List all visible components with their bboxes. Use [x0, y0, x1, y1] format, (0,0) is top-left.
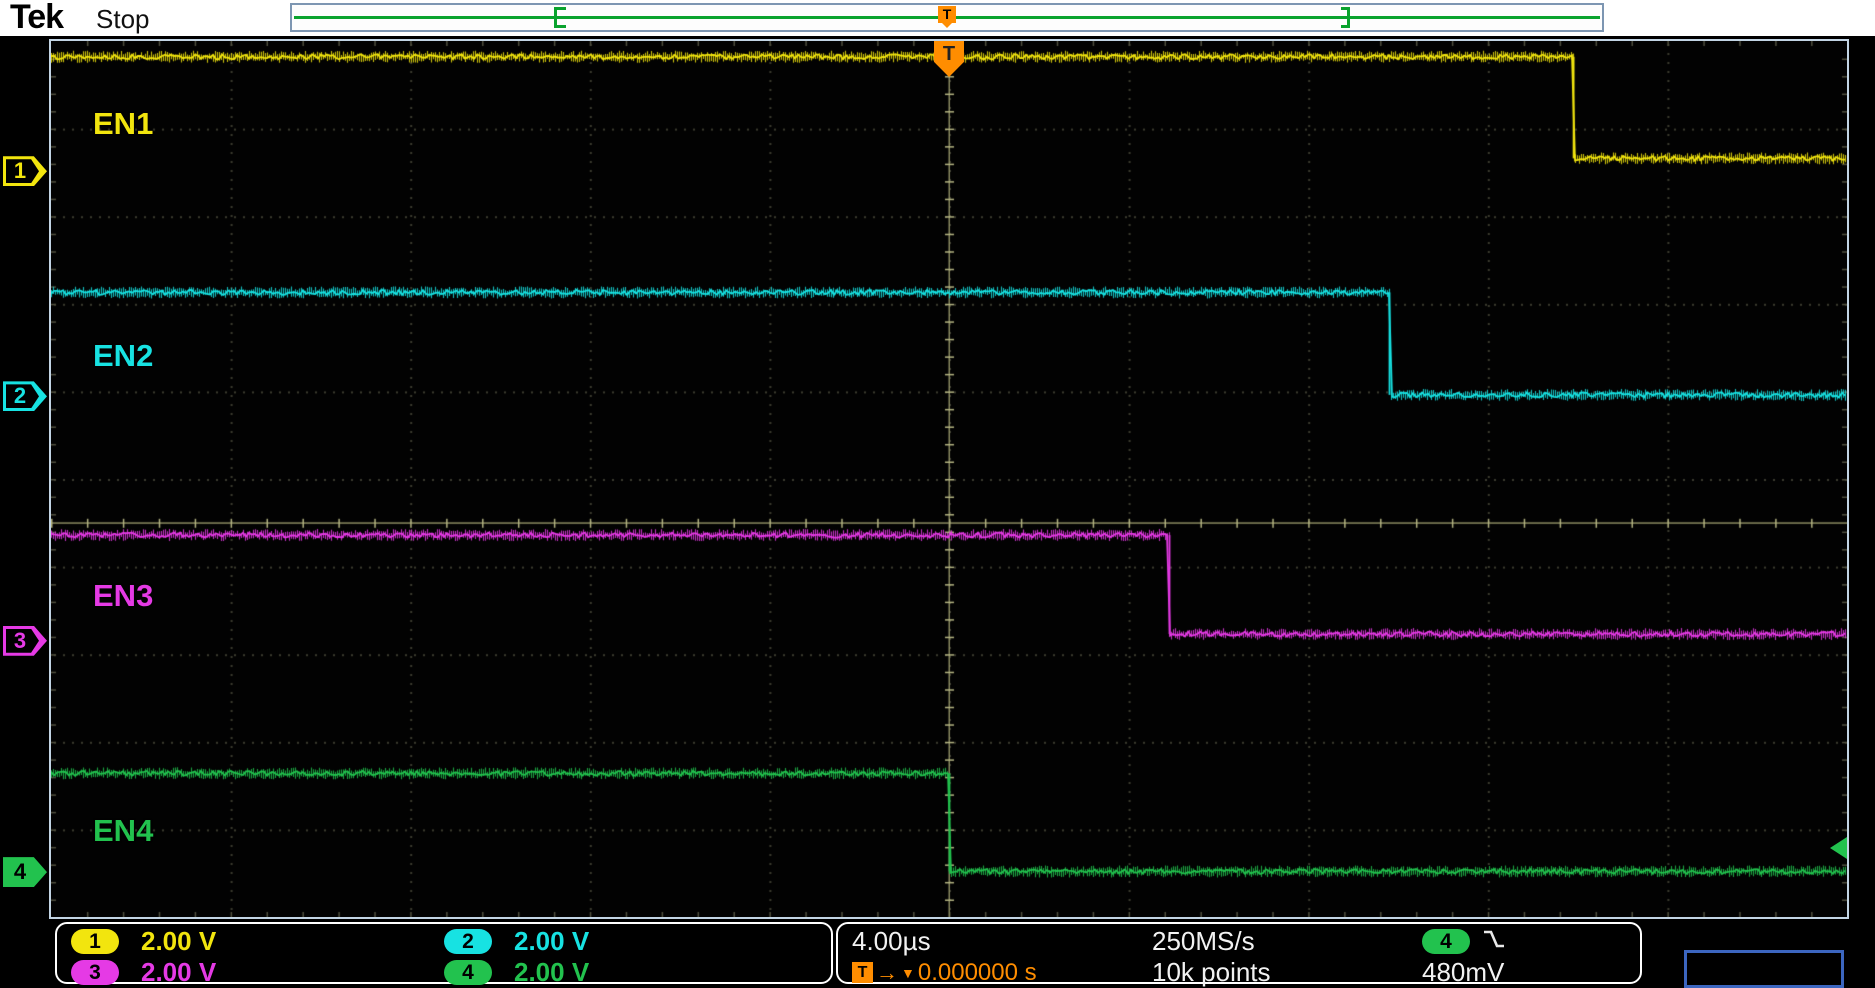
channel-2-scale: 2.00 V — [514, 926, 589, 957]
waveform-display: EN1 EN2 EN3 EN4 T — [49, 39, 1849, 919]
sample-rate: 250MS/s — [1152, 926, 1422, 957]
channel-1-badge[interactable]: 1 — [71, 929, 119, 954]
corner-menu-box[interactable] — [1684, 950, 1844, 988]
channel-1-scale: 2.00 V — [141, 926, 216, 957]
falling-edge-icon — [1482, 928, 1506, 955]
channel-1-position-marker[interactable]: 1 — [3, 156, 47, 186]
channel-3-position-marker[interactable]: 3 — [3, 626, 47, 656]
top-bar: Tek Stop T — [0, 0, 1875, 36]
channel-4-position-marker[interactable]: 4 — [3, 857, 47, 887]
trace-label-en4: EN4 — [93, 813, 153, 849]
trigger-time-readout: T → ▼ 0.000000 s — [852, 959, 1152, 987]
triangle-down-icon: ▼ — [901, 966, 915, 980]
channel-4-badge[interactable]: 4 — [444, 960, 492, 985]
timebase-trigger-readout[interactable]: 4.00µs 250MS/s 4 T → ▼ 0.000000 s 10k po… — [836, 922, 1642, 984]
trigger-t-icon: T — [852, 962, 873, 983]
channel-2-readout[interactable]: 2 2.00 V — [444, 926, 817, 957]
waveform-canvas[interactable] — [51, 41, 1847, 917]
record-view-bar[interactable]: T — [290, 3, 1604, 32]
channel-4-scale: 2.00 V — [514, 957, 589, 988]
zoom-bracket-right-icon[interactable] — [1340, 7, 1350, 28]
channel-scale-readout[interactable]: 1 2.00 V 2 2.00 V 3 2.00 V 4 2.00 V — [55, 922, 833, 984]
record-length: 10k points — [1152, 957, 1422, 988]
trace-label-en1: EN1 — [93, 106, 153, 142]
channel-3-scale: 2.00 V — [141, 957, 216, 988]
horizontal-scale: 4.00µs — [852, 926, 1152, 957]
zoom-bracket-left-icon[interactable] — [554, 7, 567, 28]
channel-4-readout[interactable]: 4 2.00 V — [444, 957, 817, 988]
trigger-level-arrow-icon[interactable] — [1830, 837, 1847, 859]
acquisition-status: Stop — [96, 4, 150, 35]
trigger-source-badge[interactable]: 4 — [1422, 929, 1470, 954]
channel-2-position-marker[interactable]: 2 — [3, 381, 47, 411]
trigger-position-marker-icon[interactable]: T — [938, 6, 956, 23]
arrow-right-icon: → — [876, 962, 898, 984]
trigger-source-readout: 4 — [1422, 928, 1626, 955]
trace-label-en2: EN2 — [93, 338, 153, 374]
channel-3-readout[interactable]: 3 2.00 V — [71, 957, 444, 988]
trigger-level-value: 480mV — [1422, 957, 1626, 988]
trace-label-en3: EN3 — [93, 578, 153, 614]
channel-3-badge[interactable]: 3 — [71, 960, 119, 985]
trigger-time-value: 0.000000 s — [918, 959, 1037, 987]
channel-2-badge[interactable]: 2 — [444, 929, 492, 954]
tek-logo: Tek — [10, 0, 63, 37]
oscilloscope-screen: Tek Stop T EN1 EN2 EN3 EN4 T 1 2 3 4 — [0, 0, 1875, 988]
channel-1-readout[interactable]: 1 2.00 V — [71, 926, 444, 957]
